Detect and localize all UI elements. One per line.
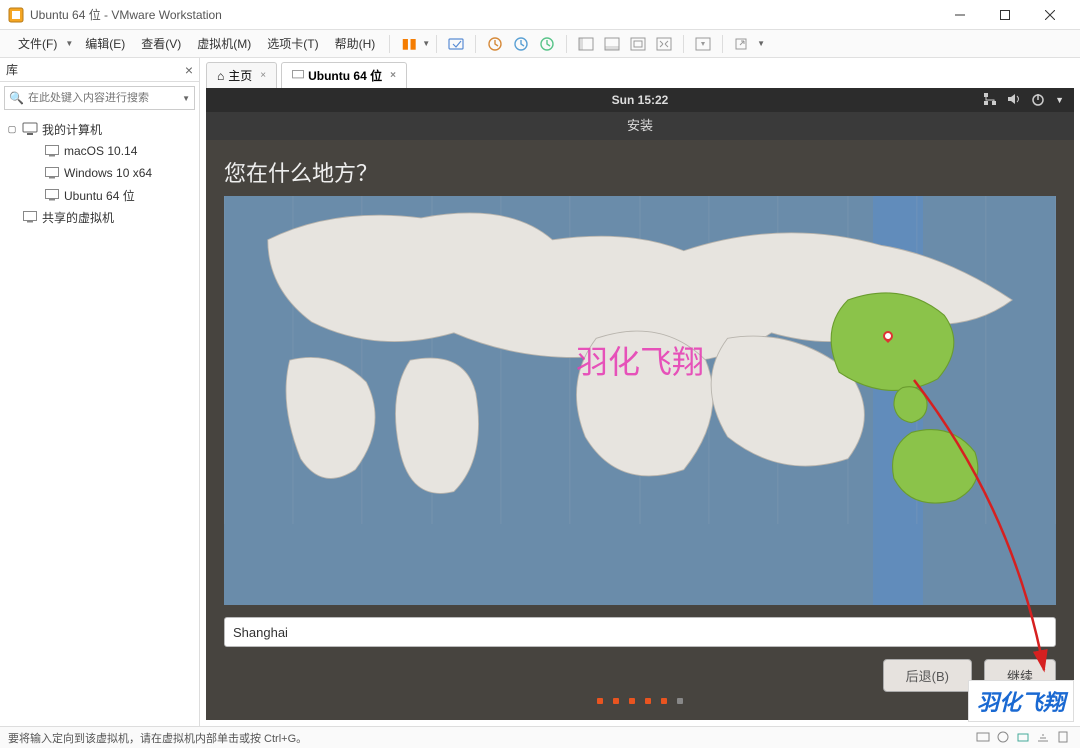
tab-close-icon[interactable]: × xyxy=(260,70,266,81)
ubuntu-install-header: 安装 xyxy=(206,112,1074,140)
vm-icon xyxy=(292,69,304,83)
shared-icon xyxy=(22,209,38,225)
minimize-button[interactable] xyxy=(937,1,982,29)
vm-icon xyxy=(44,143,60,159)
ubuntu-top-bar: Sun 15:22 ▼ xyxy=(206,88,1074,112)
volume-icon[interactable] xyxy=(1007,92,1021,109)
tab-label: Ubuntu 64 位 xyxy=(308,67,382,84)
view-split-icon[interactable] xyxy=(603,35,621,53)
close-button[interactable] xyxy=(1027,1,1072,29)
sidebar-close-icon[interactable]: × xyxy=(185,62,193,78)
sidebar-title: 库 xyxy=(6,61,185,78)
back-button[interactable]: 后退(B) xyxy=(883,659,972,692)
view-stretch-icon[interactable] xyxy=(629,35,647,53)
computer-icon xyxy=(22,121,38,137)
window-titlebar: Ubuntu 64 位 - VMware Workstation xyxy=(0,0,1080,30)
tree-label: Windows 10 x64 xyxy=(64,166,152,180)
tree-label: Ubuntu 64 位 xyxy=(64,187,135,204)
pause-icon[interactable]: ▮▮ xyxy=(400,35,418,53)
tree-label: 共享的虚拟机 xyxy=(42,209,114,226)
chevron-down-icon: ▼ xyxy=(422,39,430,48)
chevron-down-icon[interactable]: ▼ xyxy=(182,94,190,103)
device-icon[interactable] xyxy=(1036,730,1052,746)
unity-icon[interactable] xyxy=(733,35,751,53)
tree-vm-windows[interactable]: Windows 10 x64 xyxy=(2,162,197,184)
device-icon[interactable] xyxy=(1056,730,1072,746)
ubuntu-clock: Sun 15:22 xyxy=(612,93,669,107)
tab-label: 主页 xyxy=(228,67,252,84)
tab-close-icon[interactable]: × xyxy=(390,70,396,81)
install-question: 您在什么地方？ xyxy=(224,156,1056,188)
location-input[interactable] xyxy=(224,617,1056,647)
chevron-down-icon: ▼ xyxy=(65,39,73,48)
tree-label: 我的计算机 xyxy=(42,121,102,138)
network-icon[interactable] xyxy=(983,92,997,109)
menu-view[interactable]: 查看(V) xyxy=(133,35,189,52)
app-icon xyxy=(8,7,24,23)
snapshot-revert-icon[interactable] xyxy=(538,35,556,53)
view-fit-icon[interactable] xyxy=(655,35,673,53)
snapshot-icon[interactable] xyxy=(486,35,504,53)
chevron-down-icon[interactable]: ▼ xyxy=(1055,95,1064,105)
location-marker xyxy=(883,331,893,341)
tree-label: macOS 10.14 xyxy=(64,144,137,158)
tree-vm-ubuntu[interactable]: Ubuntu 64 位 xyxy=(2,184,197,206)
window-title: Ubuntu 64 位 - VMware Workstation xyxy=(30,6,937,23)
menu-vm[interactable]: 虚拟机(M) xyxy=(189,35,259,52)
power-icon[interactable] xyxy=(1031,92,1045,109)
snapshot-manager-icon[interactable] xyxy=(512,35,530,53)
fullscreen-icon[interactable] xyxy=(694,35,712,53)
tab-home[interactable]: ⌂ 主页 × xyxy=(206,62,277,88)
status-text: 要将输入定向到该虚拟机，请在虚拟机内部单击或按 Ctrl+G。 xyxy=(8,730,307,746)
send-ctrl-alt-del-icon[interactable] xyxy=(447,35,465,53)
collapse-icon[interactable]: ▢ xyxy=(6,124,18,135)
progress-dots xyxy=(224,698,1056,710)
tab-ubuntu[interactable]: Ubuntu 64 位 × xyxy=(281,62,407,88)
menu-tabs[interactable]: 选项卡(T) xyxy=(259,35,326,52)
menu-edit[interactable]: 编辑(E) xyxy=(77,35,133,52)
menu-bar: 文件(F) ▼ 编辑(E) 查看(V) 虚拟机(M) 选项卡(T) 帮助(H) … xyxy=(0,30,1080,58)
chevron-down-icon: ▼ xyxy=(757,39,765,48)
vm-display[interactable]: Sun 15:22 ▼ 安装 您在什么地方？ xyxy=(206,88,1074,720)
maximize-button[interactable] xyxy=(982,1,1027,29)
vm-icon xyxy=(44,187,60,203)
vm-icon xyxy=(44,165,60,181)
device-icon[interactable] xyxy=(996,730,1012,746)
vm-tree: ▢ 我的计算机 macOS 10.14 Windows 10 x64 Ubunt… xyxy=(0,114,199,232)
tab-bar: ⌂ 主页 × Ubuntu 64 位 × xyxy=(200,58,1080,88)
library-sidebar: 库 × 🔍 ▼ ▢ 我的计算机 macOS 10.14 Windows 10 x xyxy=(0,58,200,726)
status-bar: 要将输入定向到该虚拟机，请在虚拟机内部单击或按 Ctrl+G。 xyxy=(0,726,1080,748)
timezone-map[interactable]: 羽化飞翔 xyxy=(224,196,1056,605)
view-single-icon[interactable] xyxy=(577,35,595,53)
tree-vm-macos[interactable]: macOS 10.14 xyxy=(2,140,197,162)
search-input[interactable] xyxy=(24,92,182,104)
device-icon[interactable] xyxy=(976,730,992,746)
menu-help[interactable]: 帮助(H) xyxy=(327,35,384,52)
menu-file[interactable]: 文件(F) xyxy=(10,35,65,52)
install-panel: 您在什么地方？ xyxy=(206,140,1074,720)
corner-watermark: 羽化飞翔 xyxy=(968,680,1074,722)
device-icon[interactable] xyxy=(1016,730,1032,746)
home-icon: ⌂ xyxy=(217,69,224,83)
search-icon: 🔍 xyxy=(9,91,24,105)
tree-my-computer[interactable]: ▢ 我的计算机 xyxy=(2,118,197,140)
tree-shared[interactable]: 共享的虚拟机 xyxy=(2,206,197,228)
sidebar-search[interactable]: 🔍 ▼ xyxy=(4,86,195,110)
